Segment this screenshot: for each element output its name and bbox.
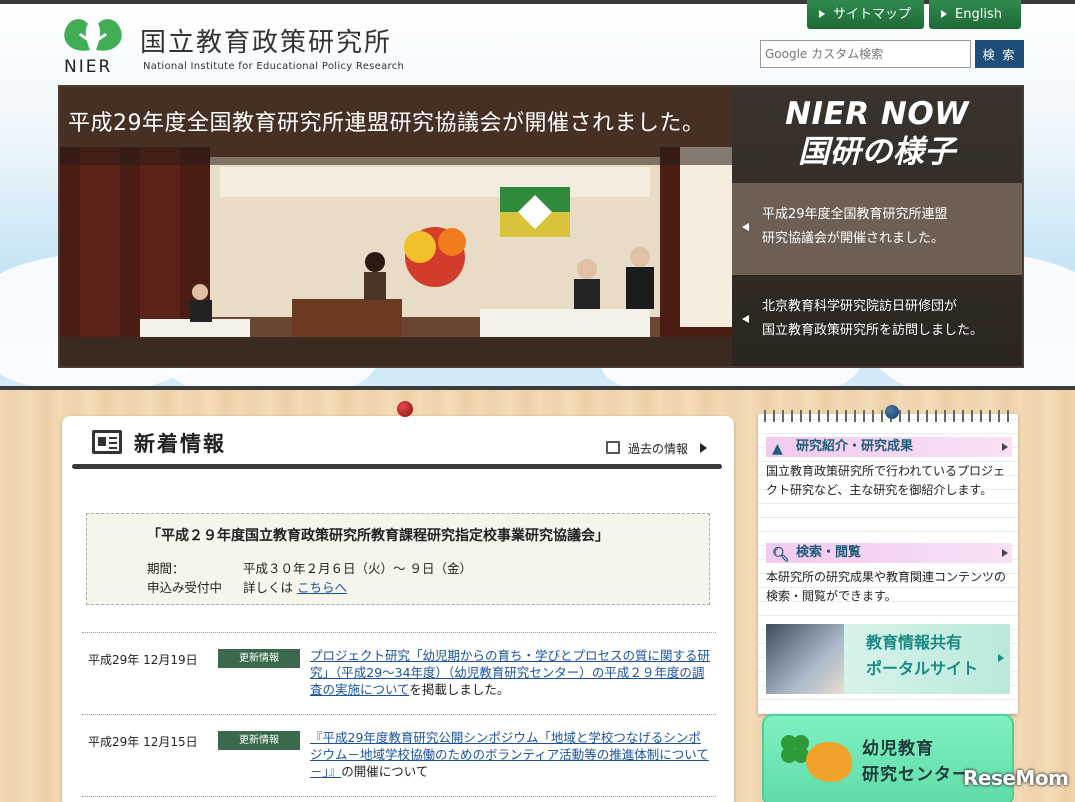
search-browse-description: 本研究所の研究成果や教育関連コンテンツの検索・閲覧ができます。	[766, 570, 1007, 603]
event-period-value: 平成３０年２月６日（火）～ ９日（金）	[242, 561, 472, 576]
nier-now-title: NIER NOW 国研の様子	[732, 95, 1022, 171]
arrow-right-icon	[941, 10, 947, 18]
heading-underline	[72, 464, 722, 469]
early-childhood-text: 幼児教育 研究センター	[862, 736, 970, 788]
news-item: 平成29年 12月15日 更新情報 『平成29年度教育研究公開シンポジウム「地域…	[82, 714, 716, 796]
org-subtitle: National Institute for Educational Polic…	[143, 61, 405, 72]
nier-now-item-line1: 北京教育科学研究院訪日研修団が	[762, 299, 958, 314]
event-detail-link[interactable]: こちらへ	[297, 580, 347, 595]
event-title: 「平成２９年度国立教育政策研究所教育課程研究指定校事業研究協議会」	[147, 528, 609, 544]
hero-caption[interactable]: 平成29年度全国教育研究所連盟研究協議会が開催されました。	[60, 87, 732, 165]
news-divider	[82, 796, 716, 798]
archive-icon	[606, 441, 620, 454]
news-text: プロジェクト研究「幼児期からの育ち・学びとプロセスの質に関する研究」（平成29～…	[310, 647, 710, 698]
past-news-label: 過去の情報	[628, 442, 689, 456]
news-title: 新着情報	[134, 428, 226, 458]
research-description: 国立教育政策研究所で行われているプロジェクト研究など、主な研究を御紹介します。	[766, 464, 1006, 497]
event-period-label: 期間：	[147, 561, 185, 576]
arrow-right-icon	[1002, 443, 1008, 451]
org-title[interactable]: 国立教育政策研究所	[140, 22, 392, 59]
portal-line1: 教育情報共有	[866, 633, 963, 652]
pushpin-icon	[885, 405, 899, 419]
event-period-row: 期間： 平成３０年２月６日（火）～ ９日（金）	[147, 558, 472, 577]
nier-now-item-line1: 平成29年度全国教育研究所連盟	[762, 207, 948, 222]
portal-photo	[766, 624, 844, 694]
nier-now-title-line2: 国研の様子	[798, 134, 956, 170]
newspaper-icon	[92, 430, 122, 454]
child-line2: 研究センター	[862, 765, 970, 785]
arrow-left-icon	[742, 315, 749, 323]
hero-photo[interactable]: 平成29年度全国教育研究所連盟研究協議会が開催されました。	[60, 87, 732, 366]
sitemap-label: サイトマップ	[833, 7, 912, 22]
nier-now-title-line1: NIER NOW	[785, 96, 969, 132]
research-heading-link[interactable]: ▲ 研究紹介・研究成果	[766, 437, 1012, 457]
english-button[interactable]: English	[929, 0, 1021, 29]
nier-now-panel: NIER NOW 国研の様子 平成29年度全国教育研究所連盟 研究協議会が開催さ…	[732, 87, 1022, 366]
arrow-right-icon	[819, 10, 825, 18]
resemom-watermark: ReseMom	[963, 766, 1069, 790]
event-notice: 「平成２９年度国立教育政策研究所教育課程研究指定校事業研究協議会」 期間： 平成…	[86, 513, 710, 605]
arrow-left-icon	[742, 223, 749, 231]
bird-mascot-icon	[806, 742, 852, 782]
news-date: 平成29年 12月19日	[88, 653, 198, 667]
magnifier-icon: 🔍︎	[772, 547, 790, 563]
event-apply-label: 申込み受付中	[147, 580, 223, 595]
search-input[interactable]	[760, 40, 971, 68]
nier-logo-icon[interactable]	[60, 10, 126, 58]
pushpin-icon	[397, 401, 413, 417]
arrow-right-icon	[998, 654, 1004, 662]
nier-now-item[interactable]: 平成29年度全国教育研究所連盟 研究協議会が開催されました。	[732, 183, 1022, 275]
portal-site-banner[interactable]: 教育情報共有 ポータルサイト	[766, 624, 1010, 694]
nier-now-item-line2: 研究協議会が開催されました。	[762, 231, 945, 246]
sitemap-button[interactable]: サイトマップ	[807, 0, 924, 29]
news-badge: 更新情報	[218, 731, 300, 750]
portal-line2: ポータルサイト	[866, 659, 979, 678]
event-detail-text: 詳しくは	[242, 580, 293, 595]
news-link[interactable]: プロジェクト研究「幼児期からの育ち・学びとプロセスの質に関する研究」（平成29～…	[310, 648, 710, 697]
graduation-cap-icon: ▲	[772, 441, 783, 457]
search-browse-heading-link[interactable]: 🔍︎ 検索・閲覧	[766, 543, 1012, 563]
news-badge: 更新情報	[218, 649, 300, 668]
past-news-link[interactable]: 過去の情報	[606, 440, 707, 457]
research-heading: 研究紹介・研究成果	[796, 439, 914, 454]
news-date: 平成29年 12月15日	[88, 735, 198, 749]
event-apply-row: 申込み受付中 詳しくは こちらへ	[147, 577, 347, 596]
hero-slider: 平成29年度全国教育研究所連盟研究協議会が開催されました。 NIER NOW 国…	[58, 85, 1024, 368]
news-suffix: を掲載しました。	[409, 682, 510, 697]
search-button[interactable]: 検 索	[975, 40, 1024, 68]
search-browse-heading: 検索・閲覧	[796, 545, 862, 560]
portal-banner-text: 教育情報共有 ポータルサイト	[866, 630, 978, 682]
child-line1: 幼児教育	[862, 739, 934, 759]
arrow-right-icon	[1002, 549, 1008, 557]
arrow-right-icon	[699, 443, 707, 453]
nier-now-item[interactable]: 北京教育科学研究院訪日研修団が 国立教育政策研究所を訪問しました。	[732, 275, 1022, 366]
news-text: 『平成29年度教育研究公開シンポジウム「地域と学校つなげるシンポジウム－地域学校…	[310, 729, 710, 780]
news-panel: 新着情報 過去の情報 「平成２９年度国立教育政策研究所教育課程研究指定校事業研究…	[62, 416, 734, 802]
nier-now-item-line2: 国立教育政策研究所を訪問しました。	[762, 323, 984, 338]
english-label: English	[955, 7, 1002, 22]
news-item: 平成29年 12月19日 更新情報 プロジェクト研究「幼児期からの育ち・学びとプ…	[82, 632, 716, 714]
news-suffix: の開催について	[341, 764, 429, 779]
logo-nier-text: NIER	[64, 57, 113, 77]
